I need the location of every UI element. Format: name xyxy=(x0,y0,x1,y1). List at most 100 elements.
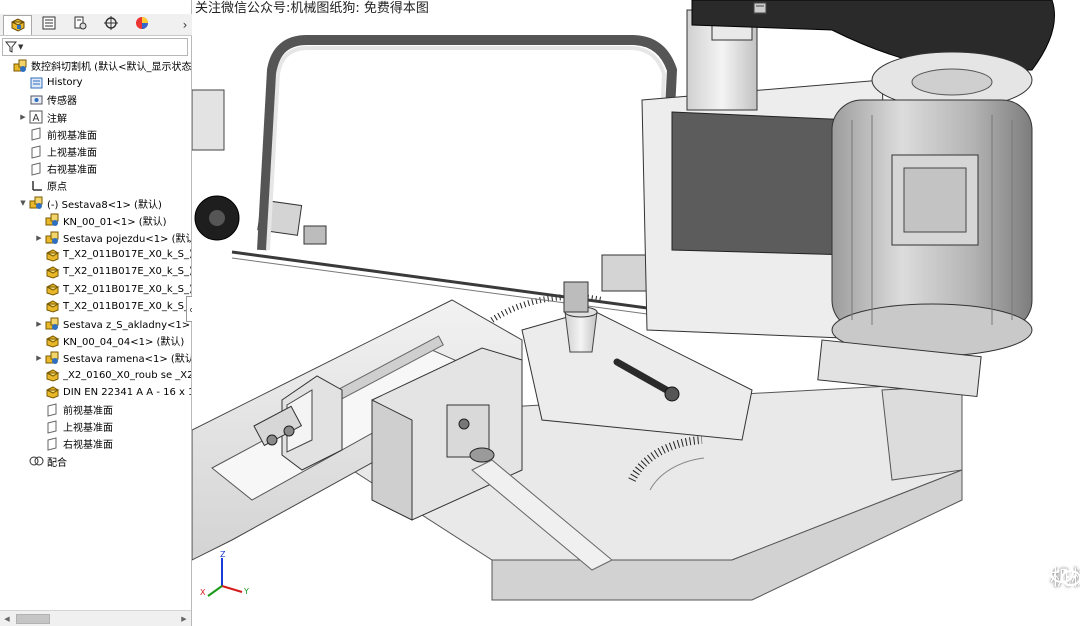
vise-bolt[interactable] xyxy=(266,434,278,446)
tree-node[interactable]: ▶ A 注解 xyxy=(18,109,67,126)
featuremanager-tab[interactable] xyxy=(3,14,32,35)
subassembly-icon xyxy=(44,231,60,245)
blade-guide-left-block[interactable] xyxy=(303,225,327,245)
expand-arrow-icon[interactable]: ▶ xyxy=(34,354,44,362)
tree-node-label: Sestava pojezdu<1> (默认) xyxy=(63,234,191,245)
tab-overflow-button[interactable]: › xyxy=(178,18,192,32)
plane-icon xyxy=(44,402,60,417)
scroll-right-icon[interactable]: ▶ xyxy=(177,615,191,623)
subassembly-icon xyxy=(44,351,60,365)
tree-node[interactable]: History xyxy=(18,74,83,91)
tree-node[interactable]: ▶ Sestava pojezdu<1> (默认) xyxy=(34,229,191,246)
tree-horizontal-scrollbar[interactable]: ◀ ▶ xyxy=(0,610,191,626)
tree-node[interactable]: KN_00_04_04<1> (默认) xyxy=(34,332,184,349)
tree-node[interactable]: 数控斜切割机 (默认<默认_显示状态-1> xyxy=(2,57,191,74)
expand-arrow-icon[interactable]: ▶ xyxy=(18,113,28,121)
part-icon xyxy=(44,368,60,382)
saw-blade[interactable] xyxy=(231,250,663,312)
tree-node[interactable]: ▶ Sestava z_S_akladny<1> (默认 xyxy=(34,315,191,332)
display-manager-tab[interactable] xyxy=(127,15,156,35)
expand-arrow-icon[interactable]: ▶ xyxy=(34,320,44,328)
model-3d-view[interactable] xyxy=(192,0,1080,626)
configurationmanager-icon xyxy=(72,15,88,34)
view-settings-button[interactable] xyxy=(753,1,977,19)
blade-guide-right[interactable] xyxy=(601,254,653,292)
tree-filter-field[interactable]: ▼ xyxy=(2,38,188,56)
tree-node-label: 注解 xyxy=(47,113,67,125)
chevron-down-icon: ▼ xyxy=(18,43,24,51)
tree-node[interactable]: _X2_0160_X0_roub se _X2_01( xyxy=(34,367,191,384)
subassembly-icon xyxy=(44,317,60,331)
tree-node-label: T_X2_011B017E_X0_k_S_) _X2_ xyxy=(63,249,191,261)
saddle-pin[interactable] xyxy=(458,418,470,430)
locking-nut[interactable] xyxy=(469,447,495,463)
tree-node[interactable]: T_X2_011B017E_X0_k_S_) _X2_ xyxy=(34,263,191,280)
tree-node[interactable]: DIN EN 22341 A A - 16 x 160 xyxy=(34,384,191,401)
tree-node-label: 数控斜切割机 (默认<默认_显示状态-1> xyxy=(31,62,191,73)
tree-node[interactable]: T_X2_011B017E_X0_k_S_) _X2_ xyxy=(34,281,191,298)
tree-node[interactable]: KN_00_01<1> (默认) xyxy=(34,212,167,229)
tension-knob-hub[interactable] xyxy=(209,210,225,226)
featuremanager-tabbar: › xyxy=(0,14,192,36)
blade-guide-right-block[interactable] xyxy=(563,281,589,313)
previous-view-button[interactable] xyxy=(754,1,816,19)
annotation-icon: A xyxy=(28,110,44,124)
tree-node[interactable]: 原点 xyxy=(18,177,67,194)
dimxpert-icon xyxy=(103,15,119,34)
display-style-button[interactable] xyxy=(753,1,885,19)
tree-node[interactable]: 配合 xyxy=(18,453,67,470)
tree-node[interactable]: 传感器 xyxy=(18,91,77,108)
tree-node[interactable]: 前视基准面 xyxy=(18,126,97,143)
pivot-cone[interactable] xyxy=(564,311,598,353)
tree-node[interactable]: 右视基准面 xyxy=(34,435,113,452)
watermark-caption: 关注微信公众号:机械图纸狗: 免费得本图 xyxy=(192,0,432,18)
mates-icon xyxy=(28,454,44,468)
view-orientation-button[interactable] xyxy=(754,1,862,19)
saddle-front[interactable] xyxy=(371,399,413,521)
subassembly-icon xyxy=(44,213,60,227)
tree-node-label: 前视基准面 xyxy=(63,406,113,417)
vise-bolt[interactable] xyxy=(283,425,295,437)
apply-scene-button[interactable] xyxy=(753,1,954,19)
clamp-lever-hub[interactable] xyxy=(664,386,680,402)
configurationmanager-tab[interactable] xyxy=(65,15,94,35)
scroll-thumb[interactable] xyxy=(16,613,50,624)
tree-node[interactable]: ▶ Sestava ramena<1> (默认) xyxy=(34,349,191,366)
edit-appearance-button[interactable] xyxy=(755,1,931,19)
tree-node-label: 上视基准面 xyxy=(63,423,113,435)
tree-node[interactable]: 上视基准面 xyxy=(18,143,97,160)
propertymanager-icon xyxy=(41,15,57,34)
tree-node[interactable]: 右视基准面 xyxy=(18,160,97,177)
brand-watermark: 机械图纸狗 xyxy=(1050,562,1080,592)
belt-pulley-inner[interactable] xyxy=(911,68,993,96)
base-right-block[interactable] xyxy=(881,384,963,481)
hide-show-button[interactable] xyxy=(753,1,908,19)
tree-node[interactable]: T_X2_011B017E_X0_k_S_) _X2_ xyxy=(34,298,191,315)
tree-node[interactable]: T_X2_011B017E_X0_k_S_) _X2_ xyxy=(34,246,191,263)
collapse-arrow-icon[interactable]: ▼ xyxy=(18,199,28,207)
tree-node[interactable]: ▼ (-) Sestava8<1> (默认) xyxy=(18,195,162,212)
plane-icon xyxy=(44,420,60,434)
triad-z-label: Z xyxy=(220,550,226,559)
triad-x-label: X xyxy=(200,588,206,597)
tree-node[interactable]: 前视基准面 xyxy=(34,401,113,418)
expand-arrow-icon[interactable]: ▶ xyxy=(34,234,44,242)
arm-cover-panel[interactable] xyxy=(671,111,853,256)
tree-node-label: Sestava ramena<1> (默认) xyxy=(63,354,191,366)
dimxpert-tab[interactable] xyxy=(96,15,125,35)
motor-terminal-lid[interactable] xyxy=(903,167,967,233)
bow-hinge-plate[interactable] xyxy=(192,89,225,151)
zoom-area-button[interactable] xyxy=(754,1,793,19)
tree-node-label: 原点 xyxy=(47,182,67,194)
tree-node-label: 前视基准面 xyxy=(47,130,97,142)
plane-icon xyxy=(44,437,60,451)
tree-node[interactable]: 上视基准面 xyxy=(34,418,113,435)
scroll-left-icon[interactable]: ◀ xyxy=(0,615,14,623)
scroll-track[interactable] xyxy=(14,613,177,624)
tree-node-label: (-) Sestava8<1> (默认) xyxy=(47,199,162,211)
tree-node-label: KN_00_01<1> (默认) xyxy=(63,216,167,228)
graphics-area[interactable]: 关注微信公众号:机械图纸狗: 免费得本图 机械图纸狗 xyxy=(192,0,1080,626)
section-view-button[interactable] xyxy=(754,1,839,19)
bow-handle-inner[interactable] xyxy=(266,46,667,271)
propertymanager-tab[interactable] xyxy=(34,15,63,35)
